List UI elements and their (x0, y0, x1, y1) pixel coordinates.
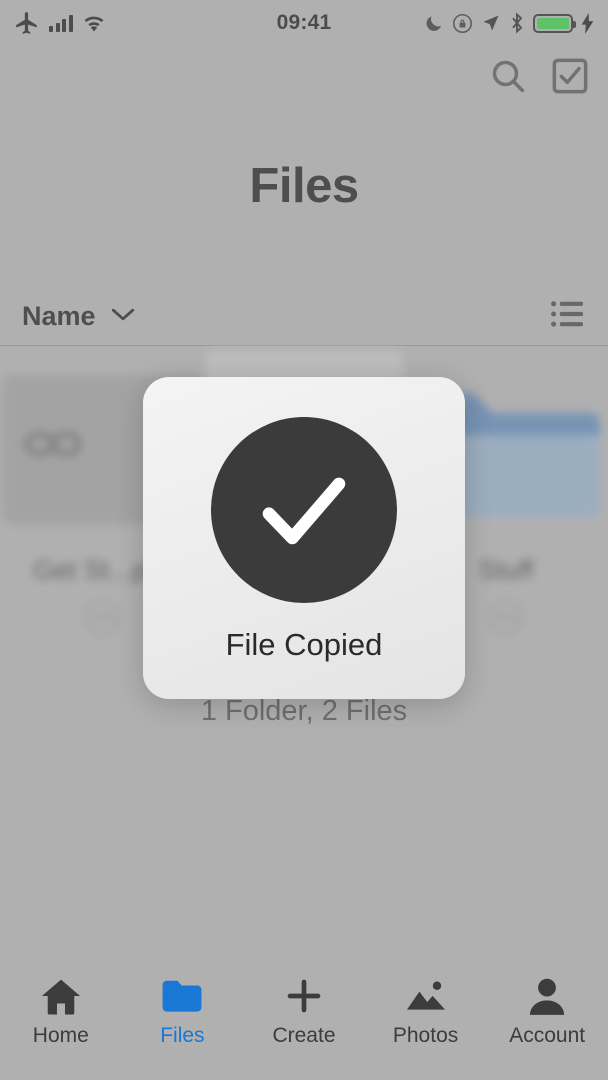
charging-bolt-icon (581, 12, 594, 34)
search-icon (492, 60, 525, 93)
tab-home[interactable]: Home (0, 976, 122, 1048)
rotation-lock-icon (452, 13, 473, 33)
checkmark-circle (211, 417, 397, 603)
sort-bar: Name (0, 288, 608, 344)
file-count-summary: 1 Folder, 2 Files (200, 695, 408, 727)
select-button[interactable] (550, 56, 590, 101)
status-bar: 09:41 (0, 0, 608, 46)
tab-files[interactable]: Files (122, 976, 244, 1048)
file-copied-toast: File Copied (143, 377, 465, 699)
toast-message: File Copied (225, 627, 383, 662)
tab-label-account: Account (509, 1024, 586, 1047)
photos-icon (406, 981, 445, 1010)
more-options-icon[interactable] (489, 601, 523, 635)
checkmark-icon (262, 477, 346, 545)
folder-icon (162, 980, 202, 1012)
moon-icon (426, 16, 442, 31)
location-arrow-icon (483, 15, 499, 31)
tab-account[interactable]: Account (486, 976, 608, 1048)
bluetooth-icon (512, 12, 523, 34)
more-options-icon[interactable] (85, 601, 119, 635)
status-bar-right (424, 12, 594, 34)
battery-icon (533, 13, 576, 33)
plus-icon (287, 979, 321, 1013)
person-icon (530, 978, 565, 1015)
sort-by-label: Name (22, 300, 96, 331)
chevron-down-icon (110, 306, 136, 327)
sort-bar-divider (0, 345, 608, 346)
tab-bar: Home Files Create Photos Account (0, 962, 608, 1080)
tab-photos[interactable]: Photos (365, 976, 487, 1048)
view-toggle-button[interactable] (550, 299, 586, 334)
tab-label-create: Create (272, 1024, 336, 1047)
tab-label-home: Home (32, 1024, 89, 1047)
home-icon (41, 979, 80, 1015)
page-title: Files (249, 159, 359, 213)
tab-create[interactable]: Create (243, 976, 365, 1048)
search-button[interactable] (488, 56, 528, 101)
top-nav (488, 56, 590, 101)
tab-label-photos: Photos (392, 1024, 459, 1047)
link-icon (24, 431, 82, 457)
checkbox-select-icon (552, 58, 588, 94)
sort-by-button[interactable]: Name (22, 301, 136, 332)
app-root: 09:41 Files Name Get St...per Stuff 1 Fo… (0, 0, 608, 1080)
tab-label-files: Files (160, 1024, 205, 1047)
list-view-icon (551, 300, 583, 327)
